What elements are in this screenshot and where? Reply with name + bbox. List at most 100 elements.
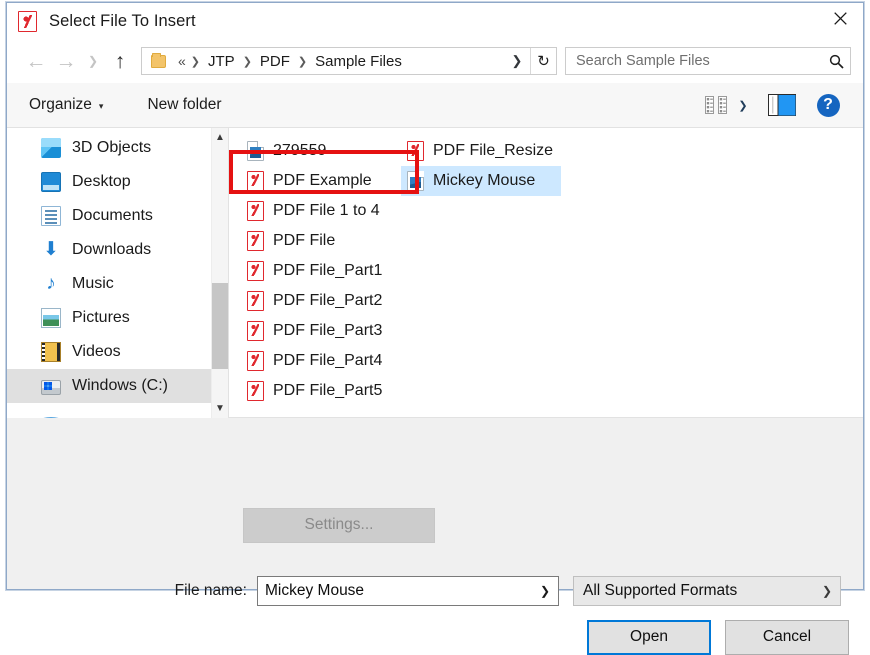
filename-row: File name: ❯ All Supported Formats ❯ (7, 575, 863, 606)
list-item[interactable]: PDF File_Part2 (241, 286, 401, 316)
breadcrumb-separator: ❯ (190, 55, 201, 68)
search-input[interactable] (566, 53, 822, 69)
pdf-file-icon (247, 261, 264, 281)
filename-field[interactable]: ❯ (257, 575, 559, 606)
list-item[interactable]: PDF File_Part5 (241, 376, 401, 406)
address-bar[interactable]: « ❯ JTP ❯ PDF ❯ Sample Files ❯ ↻ (141, 47, 557, 75)
sidebar-item-pictures[interactable]: Pictures (7, 301, 211, 335)
list-item[interactable]: PDF File 1 to 4 (241, 196, 401, 226)
image-file-icon (247, 141, 264, 161)
back-arrow-icon[interactable]: ← (21, 46, 51, 76)
sidebar-item-windows-c[interactable]: Windows (C:) (7, 369, 211, 403)
breadcrumb-item-jtp[interactable]: JTP (203, 52, 240, 71)
folder-icon (151, 52, 166, 68)
chevron-down-icon[interactable]: ❯ (504, 48, 530, 74)
sidebar-item-label: Videos (72, 343, 121, 360)
file-name: PDF File (273, 232, 336, 249)
network-icon (41, 417, 61, 418)
new-folder-button[interactable]: New folder (147, 96, 221, 114)
pdf-icon (18, 10, 37, 32)
cancel-button[interactable]: Cancel (725, 619, 849, 655)
chevron-down-icon[interactable]: ❯ (814, 584, 840, 598)
pdf-file-icon (247, 321, 264, 341)
file-list[interactable]: 279559 PDF Example PDF File 1 to 4 PDF F… (229, 128, 863, 418)
file-name: PDF File_Part3 (273, 322, 383, 339)
scrollbar-track[interactable] (212, 147, 228, 399)
breadcrumb-root[interactable]: « (173, 52, 188, 70)
title-bar: Select File To Insert (7, 3, 863, 39)
up-arrow-icon[interactable]: ↑ (105, 46, 135, 76)
file-name: PDF File_Resize (433, 142, 554, 159)
list-item[interactable]: PDF Example (241, 166, 401, 196)
view-dropdown-icon[interactable]: ❯ (729, 94, 757, 116)
sidebar-item-downloads[interactable]: ⬇ Downloads (7, 233, 211, 267)
sidebar-item-partial[interactable] (7, 403, 211, 418)
sidebar-item-label: Music (72, 275, 114, 292)
sidebar-item-documents[interactable]: Documents (7, 199, 211, 233)
pdf-file-icon (247, 201, 264, 221)
refresh-icon[interactable]: ↻ (530, 48, 556, 74)
dialog-footer: Settings... File name: ❯ All Supported F… (7, 503, 863, 655)
preview-pane-icon[interactable] (757, 94, 807, 116)
music-icon: ♪ (46, 273, 56, 294)
search-box[interactable] (565, 47, 851, 75)
view-controls: ❯ ? (703, 92, 849, 118)
list-item[interactable]: PDF File_Part4 (241, 346, 401, 376)
organize-button[interactable]: Organize ▾ (29, 96, 103, 114)
help-icon[interactable]: ? (807, 92, 849, 118)
sidebar-list: 3D Objects Desktop Documents ⬇ Downloads… (7, 128, 211, 418)
forward-arrow-icon[interactable]: → (51, 46, 81, 76)
filename-input[interactable] (258, 581, 532, 600)
command-bar: Organize ▾ New folder ❯ ? (7, 83, 863, 128)
sidebar-scrollbar[interactable]: ▲ ▼ (211, 128, 228, 418)
file-name: PDF File 1 to 4 (273, 202, 380, 219)
filename-label: File name: (174, 581, 247, 599)
breadcrumb-item-pdf[interactable]: PDF (255, 52, 295, 71)
file-name: Mickey Mouse (433, 172, 536, 189)
help-label: ? (816, 93, 840, 117)
settings-button: Settings... (243, 507, 435, 543)
settings-label: Settings... (304, 516, 374, 533)
breadcrumb-item-sample-files[interactable]: Sample Files (310, 52, 407, 71)
search-icon[interactable] (822, 54, 850, 69)
pdf-file-icon (247, 351, 264, 371)
window-title: Select File To Insert (49, 11, 196, 30)
recent-locations-icon[interactable]: ❯ (81, 46, 105, 76)
list-item[interactable]: PDF File (241, 226, 401, 256)
pdf-file-icon (247, 171, 264, 191)
file-name: PDF File_Part5 (273, 382, 383, 399)
list-item[interactable]: PDF File_Resize (401, 136, 561, 166)
sidebar-item-music[interactable]: ♪ Music (7, 267, 211, 301)
sidebar-item-3d-objects[interactable]: 3D Objects (7, 131, 211, 165)
scrollbar-thumb[interactable] (212, 283, 228, 369)
list-item[interactable]: PDF File_Part3 (241, 316, 401, 346)
sidebar-item-label: 3D Objects (72, 139, 152, 156)
sidebar-item-desktop[interactable]: Desktop (7, 165, 211, 199)
pdf-file-icon (407, 141, 424, 161)
list-item[interactable]: PDF File_Part1 (241, 256, 401, 286)
navigation-bar: ← → ❯ ↑ « ❯ JTP ❯ PDF ❯ Sample Files ❯ ↻ (7, 39, 863, 83)
list-view-icon[interactable] (703, 94, 729, 116)
sidebar-item-videos[interactable]: Videos (7, 335, 211, 369)
dialog-body: 3D Objects Desktop Documents ⬇ Downloads… (7, 128, 863, 504)
sidebar-item-label: Pictures (72, 309, 130, 326)
filetype-dropdown[interactable]: All Supported Formats ❯ (573, 575, 841, 606)
file-dialog-window: Select File To Insert ← → ❯ ↑ « ❯ JTP ❯ … (6, 2, 864, 655)
desktop-icon (41, 172, 61, 192)
pictures-icon (41, 308, 61, 328)
list-item-selected[interactable]: Mickey Mouse (401, 166, 561, 196)
organize-label: Organize (29, 96, 92, 113)
documents-icon (41, 206, 61, 226)
close-icon[interactable] (817, 3, 863, 34)
chevron-down-icon[interactable]: ❯ (532, 584, 558, 598)
open-label: Open (630, 628, 668, 645)
cancel-label: Cancel (762, 628, 812, 645)
file-name: PDF File_Part4 (273, 352, 383, 369)
sidebar-item-label: Documents (72, 207, 153, 224)
chevron-up-icon[interactable]: ▲ (212, 128, 228, 147)
file-name: PDF File_Part2 (273, 292, 383, 309)
open-button[interactable]: Open (587, 619, 711, 655)
chevron-down-icon[interactable]: ▼ (212, 399, 228, 418)
file-name: PDF Example (273, 172, 372, 189)
list-item[interactable]: 279559 (241, 136, 401, 166)
